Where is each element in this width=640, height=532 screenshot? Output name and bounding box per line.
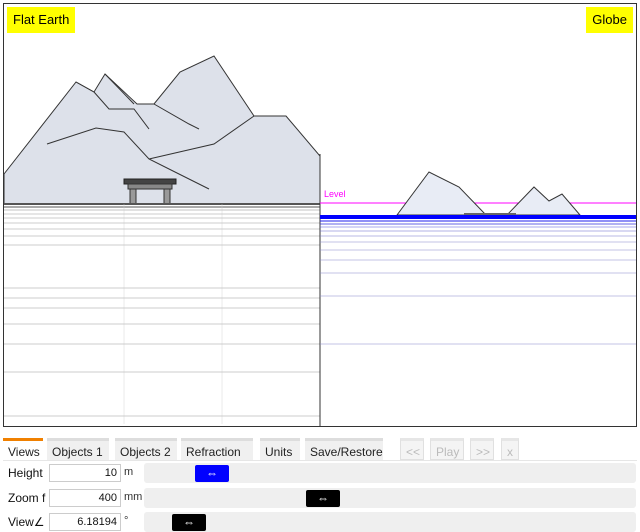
tab-views[interactable]: Views <box>3 438 43 460</box>
forward-button[interactable]: >> <box>470 438 494 460</box>
slider-handle-icon[interactable]: ⇔ <box>172 514 206 531</box>
zoom-unit: mm <box>124 491 143 503</box>
scene-drawing <box>4 55 636 426</box>
height-input[interactable] <box>49 464 121 482</box>
view-input[interactable] <box>49 513 121 531</box>
tab-underline <box>3 460 637 461</box>
app-root: Flat Earth Globe Level Views Objects 1 O… <box>0 0 640 532</box>
tab-save-restore[interactable]: Save/Restore <box>305 438 383 460</box>
rewind-button[interactable]: << <box>400 438 424 460</box>
tab-objects-2[interactable]: Objects 2 <box>115 438 177 460</box>
close-button[interactable]: x <box>501 438 519 460</box>
zoom-label: Zoom f <box>8 491 46 505</box>
view-unit: ° <box>124 515 129 527</box>
flat-ground-lines <box>4 203 320 424</box>
view-row: View∠ ° ⇔ <box>3 511 637 532</box>
level-text: Level <box>324 189 346 199</box>
globe-mountains <box>396 171 582 216</box>
view-label: View∠ <box>8 515 45 529</box>
tab-bar: Views Objects 1 Objects 2 Refraction Uni… <box>3 438 637 460</box>
height-slider[interactable]: ⇔ <box>144 463 636 483</box>
slider-handle-icon[interactable]: ⇔ <box>195 465 229 482</box>
globe-water-lines <box>320 215 636 345</box>
height-label: Height <box>8 466 43 480</box>
view-slider[interactable]: ⇔ <box>144 512 636 532</box>
zoom-slider[interactable]: ⇔ <box>144 488 636 508</box>
play-button[interactable]: Play <box>430 438 464 460</box>
globe-label[interactable]: Globe <box>586 7 633 33</box>
slider-handle-icon[interactable]: ⇔ <box>306 490 340 507</box>
comparison-canvas[interactable]: Flat Earth Globe Level <box>3 3 637 427</box>
zoom-input[interactable] <box>49 489 121 507</box>
tab-refraction[interactable]: Refraction <box>181 438 253 460</box>
zoom-row: Zoom f mm ⇔ <box>3 487 637 509</box>
height-row: Height m ⇔ <box>3 462 637 484</box>
tab-units[interactable]: Units <box>260 438 300 460</box>
height-unit: m <box>124 466 134 478</box>
flat-earth-label[interactable]: Flat Earth <box>7 7 76 33</box>
tab-objects-1[interactable]: Objects 1 <box>47 438 109 460</box>
